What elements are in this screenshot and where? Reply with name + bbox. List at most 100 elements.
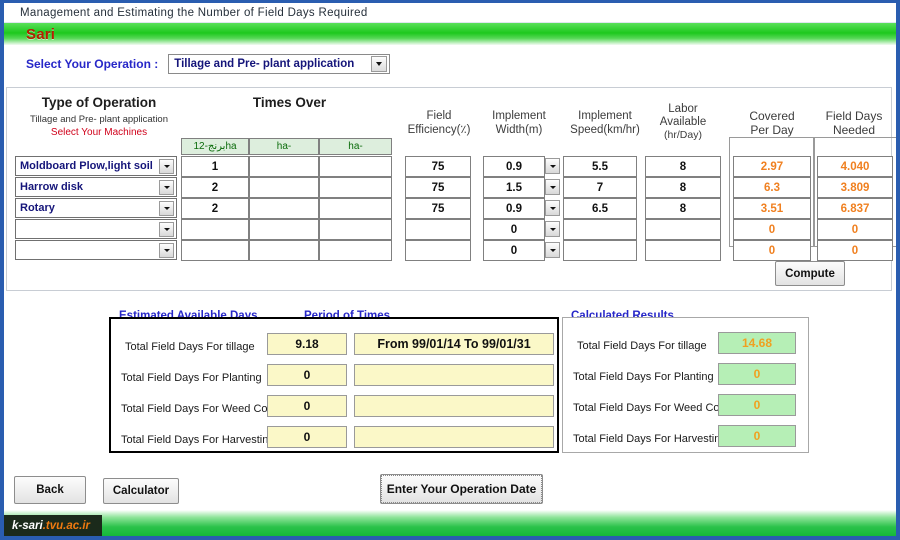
avail-row-label-3: Total Field Days For Harvesting: [121, 434, 275, 446]
times-over-cell-1-0[interactable]: 2: [181, 177, 249, 198]
avail-days-field-1[interactable]: 0: [267, 364, 347, 386]
implement-width-spinner-3[interactable]: [545, 221, 560, 237]
covered-per-day-cell-3: 0: [733, 219, 811, 240]
logo-secondary-text: .tvu.ac.ir: [42, 519, 90, 532]
result-row-label-3: Total Field Days For Harvesting: [573, 433, 727, 445]
times-over-cell-3-0[interactable]: [181, 219, 249, 240]
times-over-cell-4-0[interactable]: [181, 240, 249, 261]
chevron-down-icon[interactable]: [159, 179, 174, 195]
machine-select-row-3[interactable]: [15, 219, 177, 239]
implement-speed-cell-3[interactable]: [563, 219, 637, 240]
times-over-cell-0-2[interactable]: [319, 156, 392, 177]
result-value-field-0: 14.68: [718, 332, 796, 354]
avail-days-field-3[interactable]: 0: [267, 426, 347, 448]
labor-available-cell-4[interactable]: [645, 240, 721, 261]
machine-select-row-1[interactable]: Harrow disk: [15, 177, 177, 197]
implement-speed-cell-1[interactable]: 7: [563, 177, 637, 198]
enter-operation-date-button[interactable]: Enter Your Operation Date: [380, 474, 543, 504]
field-efficiency-cell-0[interactable]: 75: [405, 156, 471, 177]
implement-width-cell-1[interactable]: 1.5: [483, 177, 545, 198]
result-value-field-1: 0: [718, 363, 796, 385]
operations-table-panel: Type of Operation Tillage and Pre- plant…: [6, 87, 896, 291]
result-row-label-0: Total Field Days For tillage: [577, 340, 707, 352]
result-row-label-1: Total Field Days For Planting: [573, 371, 714, 383]
field-efficiency-cell-1[interactable]: 75: [405, 177, 471, 198]
back-button[interactable]: Back: [14, 476, 86, 504]
header-field-days-needed-line2: Needed: [832, 123, 876, 137]
header-implement-speed-line1: Implement: [578, 110, 632, 122]
enter-operation-date-label: Enter Your Operation Date: [381, 475, 542, 503]
footer-bar: k-sari .tvu.ac.ir: [4, 510, 896, 536]
times-over-cell-2-0[interactable]: 2: [181, 198, 249, 219]
field-days-needed-cell-2: 6.837: [817, 198, 893, 219]
times-over-cell-3-2[interactable]: [319, 219, 392, 240]
labor-available-cell-2[interactable]: 8: [645, 198, 721, 219]
header-field-efficiency-line1: Field: [426, 110, 452, 122]
field-days-needed-cell-3: 0: [817, 219, 893, 240]
labor-available-cell-1[interactable]: 8: [645, 177, 721, 198]
chevron-down-icon[interactable]: [371, 56, 388, 72]
operation-select-value: Tillage and Pre- plant application: [174, 58, 355, 70]
banner-city-label: Sari: [26, 25, 56, 43]
operation-select[interactable]: Tillage and Pre- plant application: [168, 54, 391, 74]
labor-available-cell-0[interactable]: 8: [645, 156, 721, 177]
implement-speed-cell-0[interactable]: 5.5: [563, 156, 637, 177]
header-times-over: Times Over: [252, 95, 327, 110]
avail-row-label-2: Total Field Days For Weed Control: [121, 403, 289, 415]
field-efficiency-cell-3[interactable]: [405, 219, 471, 240]
times-over-cell-3-1[interactable]: [249, 219, 319, 240]
times-over-cell-4-1[interactable]: [249, 240, 319, 261]
times-over-cell-4-2[interactable]: [319, 240, 392, 261]
period-field-3[interactable]: [354, 426, 554, 448]
header-select-machines: Select Your Machines: [50, 127, 148, 138]
times-over-cell-1-2[interactable]: [319, 177, 392, 198]
chevron-down-icon[interactable]: [159, 200, 174, 216]
app-banner: Sari: [4, 23, 896, 45]
chevron-down-icon[interactable]: [159, 158, 174, 174]
avail-days-field-0[interactable]: 9.18: [267, 333, 347, 355]
implement-width-cell-0[interactable]: 0.9: [483, 156, 545, 177]
compute-button[interactable]: Compute: [775, 261, 845, 286]
operation-selector-row: Select Your Operation : Tillage and Pre-…: [4, 45, 896, 83]
times-over-col-header-2: ha-: [319, 138, 392, 155]
implement-width-spinner-2[interactable]: [545, 200, 560, 216]
header-field-efficiency-line2: Efficiency(٪): [407, 124, 471, 136]
covered-per-day-cell-0: 2.97: [733, 156, 811, 177]
implement-width-spinner-4[interactable]: [545, 242, 560, 258]
times-over-cell-0-0[interactable]: 1: [181, 156, 249, 177]
times-over-col-header-0: برنج-12ha: [181, 138, 249, 155]
machine-select-row-2[interactable]: Rotary: [15, 198, 177, 218]
logo-primary-text: k-sari: [12, 519, 43, 532]
header-type-of-operation-sub: Tillage and Pre- plant application: [29, 114, 168, 125]
implement-width-spinner-0[interactable]: [545, 158, 560, 174]
implement-speed-cell-2[interactable]: 6.5: [563, 198, 637, 219]
header-labor-available-line1: Labor: [668, 103, 698, 115]
implement-speed-cell-4[interactable]: [563, 240, 637, 261]
window-client-area: Management and Estimating the Number of …: [4, 3, 896, 536]
implement-width-cell-2[interactable]: 0.9: [483, 198, 545, 219]
times-over-cell-1-1[interactable]: [249, 177, 319, 198]
period-field-2[interactable]: [354, 395, 554, 417]
machine-select-row-4[interactable]: [15, 240, 177, 260]
field-efficiency-cell-2[interactable]: 75: [405, 198, 471, 219]
covered-per-day-cell-4: 0: [733, 240, 811, 261]
labor-available-cell-3[interactable]: [645, 219, 721, 240]
times-over-cell-0-1[interactable]: [249, 156, 319, 177]
field-efficiency-cell-4[interactable]: [405, 240, 471, 261]
times-over-cell-2-2[interactable]: [319, 198, 392, 219]
implement-width-cell-4[interactable]: 0: [483, 240, 545, 261]
header-implement-width-line2: Width(m): [495, 124, 543, 136]
machine-select-row-0[interactable]: Moldboard Plow,light soil: [15, 156, 177, 176]
period-field-1[interactable]: [354, 364, 554, 386]
calculator-button[interactable]: Calculator: [103, 478, 179, 504]
chevron-down-icon[interactable]: [159, 242, 174, 258]
period-field-0[interactable]: From 99/01/14 To 99/01/31: [354, 333, 554, 355]
implement-width-cell-3[interactable]: 0: [483, 219, 545, 240]
chevron-down-icon[interactable]: [159, 221, 174, 237]
times-over-cell-2-1[interactable]: [249, 198, 319, 219]
machine-select-value-1: Harrow disk: [20, 181, 83, 193]
avail-days-field-2[interactable]: 0: [267, 395, 347, 417]
header-labor-available-line3: (hr/Day): [664, 129, 702, 141]
implement-width-spinner-1[interactable]: [545, 179, 560, 195]
header-covered-per-day-line1: Covered: [749, 109, 795, 123]
